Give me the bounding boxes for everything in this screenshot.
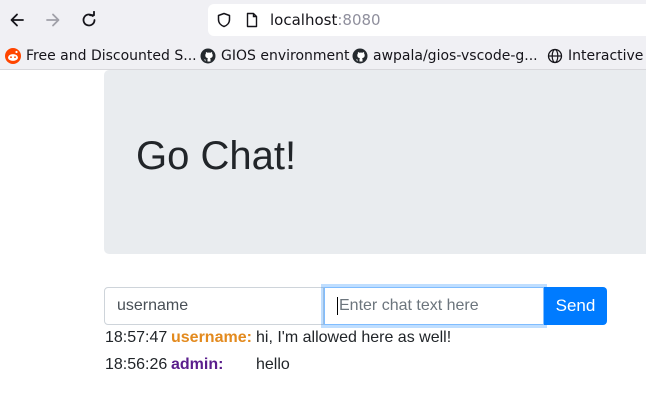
reddit-icon xyxy=(5,48,21,64)
page-title: Go Chat! xyxy=(136,134,297,178)
github-icon xyxy=(200,48,216,64)
page-icon xyxy=(246,12,258,28)
message-user: username: xyxy=(171,329,252,346)
forward-button[interactable] xyxy=(41,8,65,32)
url-host: localhost xyxy=(270,11,338,29)
forward-arrow-icon xyxy=(46,13,60,27)
jumbotron: Go Chat! xyxy=(104,70,646,254)
back-button[interactable] xyxy=(5,8,29,32)
globe-icon xyxy=(547,48,563,64)
chat-placeholder: Enter chat text here xyxy=(339,297,479,314)
username-value: username xyxy=(117,297,189,314)
bookmark-label: Interactive r xyxy=(568,48,646,64)
github-icon xyxy=(352,48,368,64)
browser-toolbar: localhost:8080 xyxy=(0,0,646,40)
message-user: admin: xyxy=(171,356,224,373)
url-bar[interactable]: localhost:8080 xyxy=(208,4,646,36)
bookmark-interactive[interactable]: Interactive r xyxy=(547,46,646,66)
url-port: :8080 xyxy=(337,11,381,29)
reload-button[interactable] xyxy=(77,8,101,32)
text-caret xyxy=(337,297,338,315)
back-arrow-icon xyxy=(10,13,24,27)
bookmark-awpala-gios[interactable]: awpala/gios-vscode-g... xyxy=(352,46,538,66)
bookmark-label: Free and Discounted S... xyxy=(26,48,197,64)
username-input[interactable]: username xyxy=(104,287,324,325)
message-text: hi, I'm allowed here as well! xyxy=(256,329,452,346)
bookmark-gios-environment[interactable]: GIOS environment xyxy=(200,46,350,66)
url-text: localhost:8080 xyxy=(270,11,381,29)
message-text: hello xyxy=(256,356,290,373)
send-button[interactable]: Send xyxy=(544,287,607,325)
shield-icon xyxy=(217,12,231,28)
bookmark-label: awpala/gios-vscode-g... xyxy=(373,48,538,64)
chat-text-input[interactable]: Enter chat text here xyxy=(324,287,544,325)
reload-icon xyxy=(82,11,96,27)
bookmark-label: GIOS environment xyxy=(221,48,350,64)
bookmark-free-discounted[interactable]: Free and Discounted S... xyxy=(5,46,197,66)
message-time: 18:57:47 xyxy=(105,329,168,346)
message-time: 18:56:26 xyxy=(105,356,168,373)
bookmarks-bar: Free and Discounted S... GIOS environmen… xyxy=(0,40,646,70)
